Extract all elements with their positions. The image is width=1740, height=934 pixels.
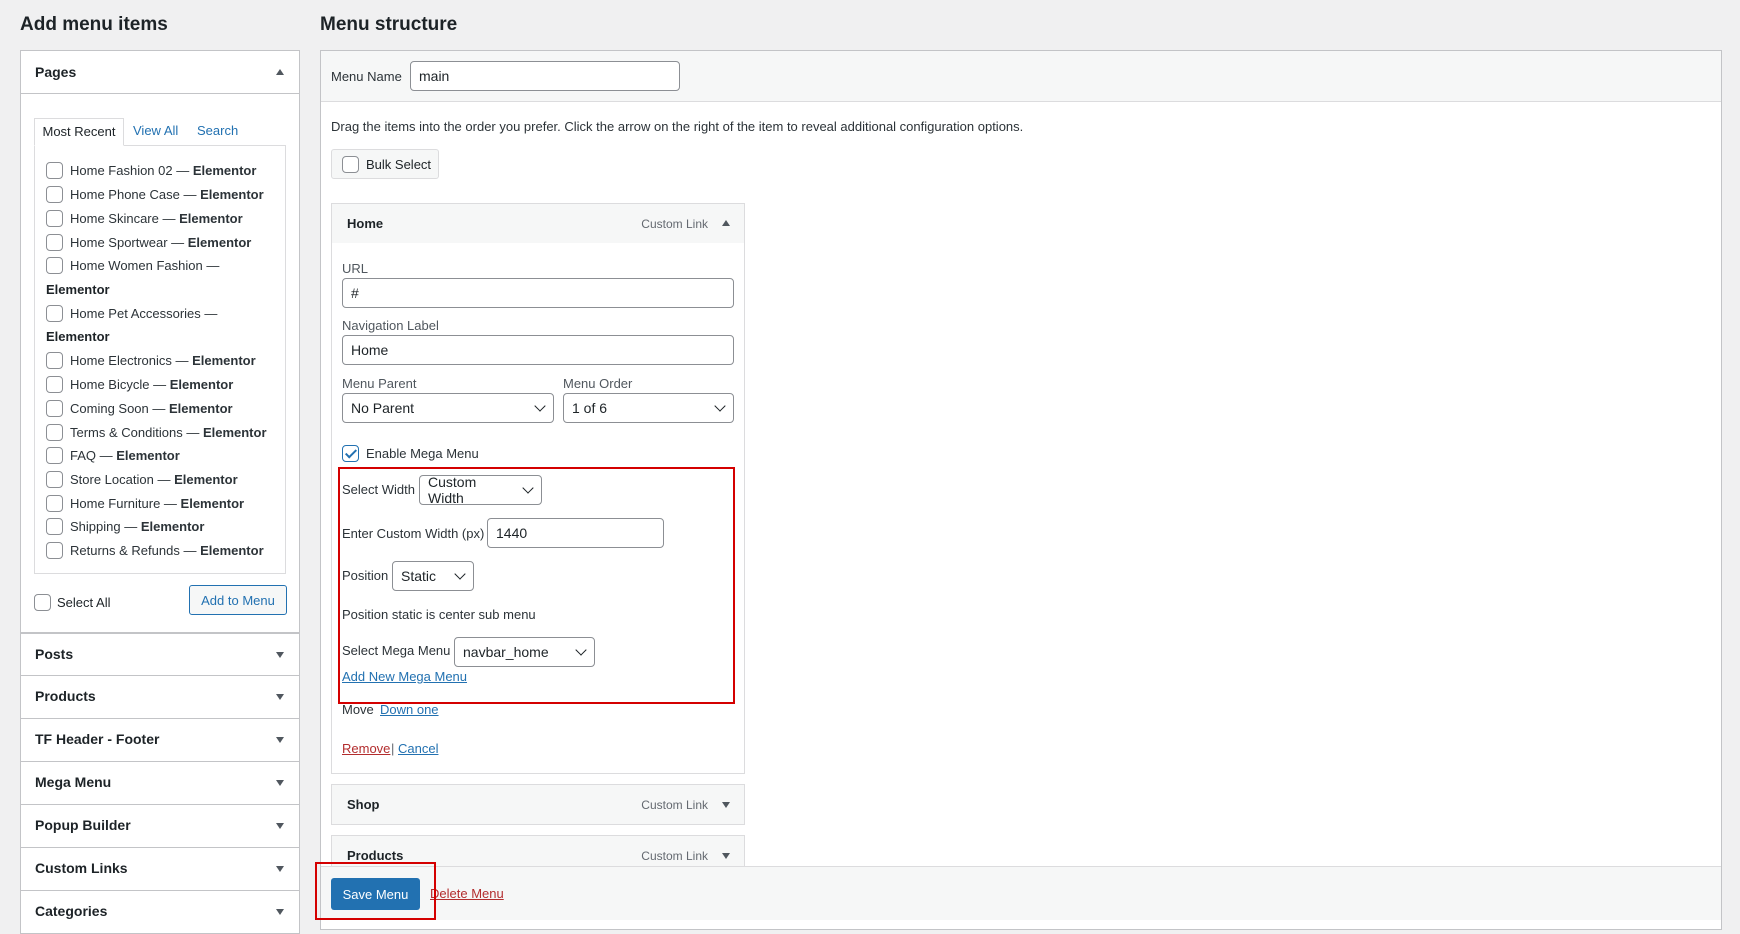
custom-width-input[interactable]: 1440	[487, 518, 664, 548]
expand-arrow-icon	[276, 909, 284, 915]
mega-menu-select[interactable]: navbar_home	[454, 637, 595, 667]
cancel-link[interactable]: Cancel	[398, 741, 438, 756]
page-checkbox[interactable]	[46, 257, 63, 274]
url-input[interactable]: #	[342, 278, 734, 308]
move-down-link[interactable]: Down one	[380, 702, 439, 717]
page-builder-label: Elementor	[46, 282, 110, 297]
menu-order-label: Menu Order	[563, 376, 633, 391]
move-label: Move	[342, 702, 374, 717]
expand-arrow-icon	[276, 823, 284, 829]
tab-most-recent[interactable]: Most Recent	[34, 118, 124, 146]
add-new-mega-menu-link[interactable]: Add New Mega Menu	[342, 669, 467, 684]
position-label: Position	[342, 568, 389, 583]
delete-menu-link[interactable]: Delete Menu	[430, 886, 504, 901]
chevron-down-icon	[522, 482, 534, 494]
url-label: URL	[342, 261, 369, 276]
instructions-text: Drag the items into the order you prefer…	[331, 119, 1024, 134]
bulk-select-button[interactable]: Bulk Select	[331, 149, 439, 179]
bulk-select-checkbox[interactable]	[342, 156, 359, 173]
tab-view-all[interactable]: View All	[133, 123, 178, 138]
menu-parent-select[interactable]: No Parent	[342, 393, 554, 423]
chevron-down-icon	[534, 400, 546, 412]
collapse-arrow-icon[interactable]	[722, 220, 730, 226]
navigation-label-label: Navigation Label	[342, 318, 439, 333]
menu-name-input[interactable]: main	[410, 61, 680, 91]
expand-arrow-icon	[276, 866, 284, 872]
separator: |	[391, 741, 395, 756]
page-builder-label: Elementor	[46, 329, 110, 344]
panel-popup-builder[interactable]: Popup Builder	[20, 805, 300, 848]
position-select[interactable]: Static	[392, 561, 474, 591]
select-all-checkbox[interactable]	[34, 594, 51, 611]
page-checkbox[interactable]	[46, 471, 63, 488]
menu-parent-label: Menu Parent	[342, 376, 417, 391]
chevron-down-icon	[575, 644, 587, 656]
menu-item-shop[interactable]: Shop Custom Link	[331, 784, 745, 825]
expand-arrow-icon[interactable]	[722, 802, 730, 808]
page-checkbox[interactable]	[46, 400, 63, 417]
page-checkbox[interactable]	[46, 542, 63, 559]
page-checkbox[interactable]	[46, 162, 63, 179]
select-all-label: Select All	[57, 595, 111, 610]
custom-width-label: Enter Custom Width (px)	[342, 526, 485, 541]
pages-panel-header[interactable]: Pages	[21, 51, 299, 94]
page-checkbox[interactable]	[46, 376, 63, 393]
menu-order-select[interactable]: 1 of 6	[563, 393, 734, 423]
page-checkbox[interactable]	[46, 352, 63, 369]
pages-panel-title: Pages	[35, 64, 77, 80]
panel-tf-header-footer[interactable]: TF Header - Footer	[20, 719, 300, 762]
enable-mega-menu-label: Enable Mega Menu	[366, 446, 479, 461]
panel-posts[interactable]: Posts	[20, 633, 300, 676]
collapse-arrow-icon[interactable]	[276, 69, 284, 75]
tab-search[interactable]: Search	[197, 123, 238, 138]
remove-link[interactable]: Remove	[342, 741, 390, 756]
panel-categories[interactable]: Categories	[20, 891, 300, 934]
panel-custom-links[interactable]: Custom Links	[20, 848, 300, 891]
select-width-dropdown[interactable]: Custom Width	[419, 474, 542, 506]
expand-arrow-icon	[276, 780, 284, 786]
page-checkbox[interactable]	[46, 424, 63, 441]
save-highlight-box	[315, 862, 436, 920]
chevron-down-icon	[454, 568, 466, 580]
menu-structure-title: Menu structure	[320, 14, 458, 35]
expand-arrow-icon	[276, 652, 284, 658]
add-to-menu-button[interactable]: Add to Menu	[189, 585, 287, 615]
expand-arrow-icon	[276, 694, 284, 700]
add-menu-items-title: Add menu items	[20, 14, 168, 35]
panel-mega-menu[interactable]: Mega Menu	[20, 762, 300, 805]
page-checkbox[interactable]	[46, 305, 63, 322]
menu-name-label: Menu Name	[331, 69, 402, 84]
page-checkbox[interactable]	[46, 447, 63, 464]
page-checkbox[interactable]	[46, 210, 63, 227]
menu-footer-bar	[321, 866, 1721, 920]
navigation-label-input[interactable]: Home	[342, 335, 734, 365]
page-checkbox[interactable]	[46, 234, 63, 251]
expand-arrow-icon	[276, 737, 284, 743]
expand-arrow-icon[interactable]	[722, 853, 730, 859]
position-note: Position static is center sub menu	[342, 607, 536, 622]
select-width-label: Select Width	[342, 482, 415, 497]
panel-products[interactable]: Products	[20, 676, 300, 719]
enable-mega-menu-checkbox[interactable]	[342, 445, 359, 462]
menu-item-home-header[interactable]: Home Custom Link	[331, 203, 745, 244]
select-mega-menu-label: Select Mega Menu	[342, 643, 451, 658]
chevron-down-icon	[714, 400, 726, 412]
page-checkbox[interactable]	[46, 518, 63, 535]
page-checkbox[interactable]	[46, 186, 63, 203]
page-checkbox[interactable]	[46, 495, 63, 512]
